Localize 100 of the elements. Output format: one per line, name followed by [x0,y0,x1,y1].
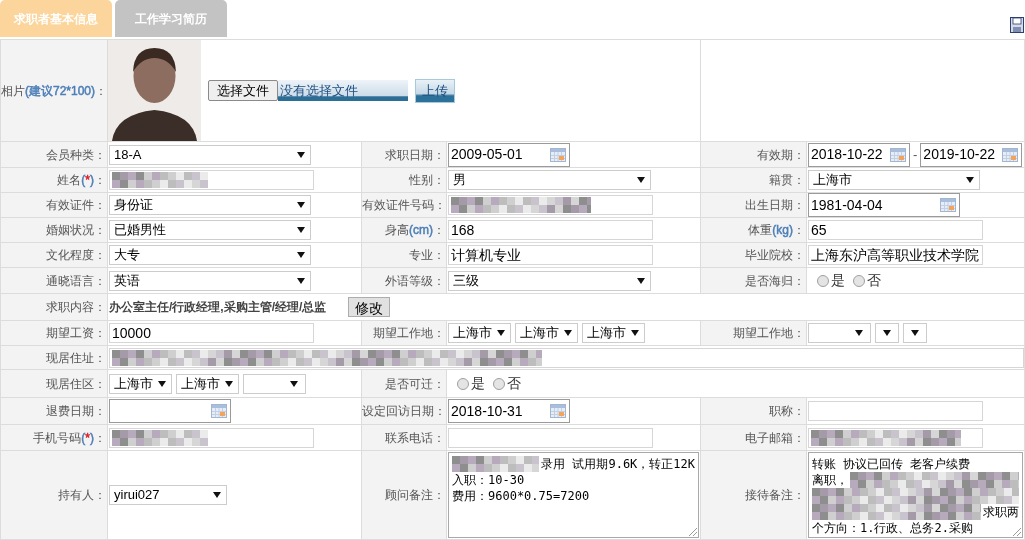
date-field[interactable]: 2018-10-31 [448,399,570,423]
field-label: 期望工资： [46,326,106,340]
field-label: 有效证件号码： [362,198,446,212]
date-field[interactable]: 2018-10-22 [808,142,910,167]
select-field[interactable]: 男 [448,170,651,190]
text-field[interactable]: 计算机专业 [448,245,653,265]
field-label: 退费日期： [46,404,106,418]
field-label: 顾问备注： [385,488,445,502]
calendar-icon[interactable] [550,147,566,162]
select-field[interactable] [875,323,899,343]
text-field[interactable] [808,401,983,421]
text-field[interactable] [448,195,653,215]
radio-label[interactable]: 是 [471,373,485,394]
field-label: 手机号码(*)： [33,430,106,445]
range-separator: - [913,145,918,164]
select-field[interactable]: 已婚男性 [109,220,311,240]
radio-button[interactable] [457,377,469,390]
radio-button[interactable] [817,274,829,287]
field-label: 相片(建议72*100)： [1,83,108,98]
caret-down-icon [497,330,505,336]
select-field[interactable]: 上海市 [109,373,172,394]
radio-label[interactable]: 否 [507,373,521,394]
field-label: 籍贯： [769,173,805,187]
date-field[interactable]: 2009-05-01 [448,142,570,167]
caret-down-icon [213,492,221,498]
caret-down-icon [297,227,305,233]
select-field[interactable] [243,373,306,394]
caret-down-icon [297,202,305,208]
select-field[interactable]: 上海市 [515,323,578,343]
radio-label[interactable]: 是 [831,270,845,291]
caret-down-icon [883,330,891,336]
edit-button[interactable]: 修改 [348,297,391,317]
date-field[interactable]: 2019-10-22 [920,142,1023,167]
caret-down-icon [637,277,645,284]
select-field[interactable]: 身份证 [109,195,311,215]
select-field[interactable]: 上海市 [582,323,645,343]
calendar-icon[interactable] [550,404,566,418]
field-label: 现居住址： [46,350,106,365]
select-field[interactable]: yirui027 [109,485,227,505]
select-field[interactable]: 英语 [109,270,311,291]
field-label: 婚姻状况： [46,223,106,237]
field-label: 期望工作地： [733,326,805,340]
save-icon[interactable] [1010,17,1024,33]
caret-down-icon [225,380,233,387]
caret-down-icon [911,330,919,336]
field-label: 求职内容： [46,300,106,314]
caret-down-icon [297,151,305,158]
caret-down-icon [290,380,298,387]
caret-down-icon [564,330,572,336]
text-field[interactable] [109,170,314,190]
calendar-icon[interactable] [890,147,906,162]
upload-button[interactable]: 上传 [415,78,455,103]
field-label: 体重(kg)： [748,223,805,237]
resize-grip-icon[interactable] [1012,527,1021,536]
text-field[interactable]: 65 [808,220,983,240]
field-label: 有效期： [757,147,805,162]
date-field[interactable] [109,399,231,423]
field-label: 毕业院校： [745,248,805,262]
select-field[interactable]: 三级 [448,270,651,291]
date-field[interactable]: 1981-04-04 [808,193,960,217]
field-label: 是否可迁： [385,376,445,391]
textarea-field[interactable]: 转账 协议已回传 老客户续费 离职， 求职两 个方向：1.行政、总务2.采购 [808,452,1023,538]
text-field[interactable]: 10000 [109,323,314,343]
radio-button[interactable] [493,377,505,390]
select-field[interactable]: 上海市 [176,373,239,394]
textarea-field[interactable]: 录用 试用期9.6K，转正12K 入职：10-30 费用：9600*0.75=7200 [448,452,699,538]
radio-button[interactable] [853,274,865,287]
text-field[interactable]: 168 [448,220,653,240]
resize-grip-icon[interactable] [688,527,697,536]
file-name-field[interactable]: 没有选择文件 [278,80,408,101]
select-field[interactable]: 上海市 [448,323,511,343]
job-intent-text: 办公室主任/行政经理,采购主管/经理/总监 [109,299,327,316]
field-label: 姓名(*)： [57,173,106,187]
field-label: 电子邮箱： [745,430,805,445]
select-field[interactable] [903,323,927,343]
select-field[interactable]: 18-A [109,144,311,165]
calendar-icon[interactable] [211,404,227,418]
text-field[interactable] [109,427,314,448]
field-label: 职称： [769,404,805,418]
field-label: 持有人： [58,488,106,502]
radio-label[interactable]: 否 [867,270,881,291]
caret-down-icon [637,177,645,183]
text-field[interactable] [448,427,653,448]
select-field[interactable] [808,323,871,343]
field-label: 是否海归： [745,273,805,288]
calendar-icon[interactable] [940,198,956,212]
choose-file-button[interactable]: 选择文件 [208,80,278,101]
text-field[interactable]: 上海东沪高等职业技术学院 [808,245,983,265]
caret-down-icon [966,177,974,183]
calendar-icon[interactable] [1002,147,1019,162]
text-field[interactable] [808,427,983,448]
field-label: 身高(cm)： [385,223,445,237]
field-label: 接待备注： [745,488,805,502]
field-label: 性别： [409,173,445,187]
text-field[interactable] [109,347,1024,368]
field-label: 外语等级： [385,273,445,288]
field-label: 会员种类： [46,147,106,162]
field-label: 专业： [409,248,445,262]
select-field[interactable]: 大专 [109,245,311,265]
select-field[interactable]: 上海市 [808,170,980,190]
